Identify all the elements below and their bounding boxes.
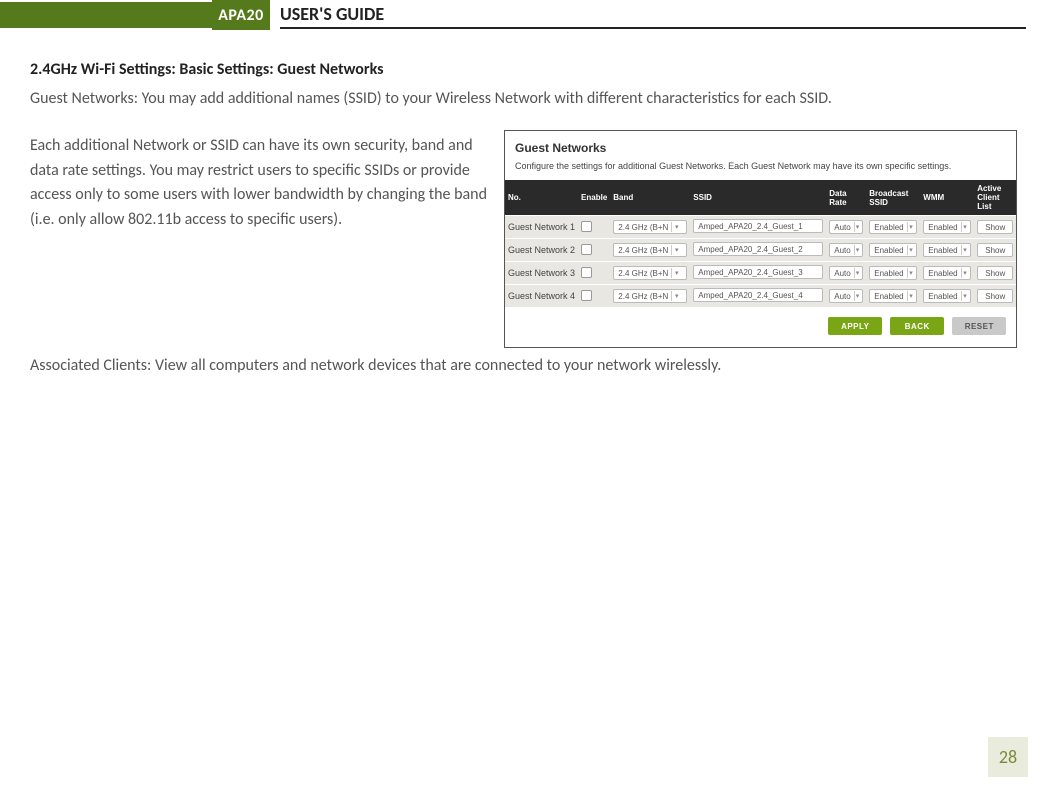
broadcast-select[interactable]: Enabled▾ (869, 266, 917, 280)
data-rate-select[interactable]: Auto▾ (829, 220, 863, 234)
header-rule (280, 27, 1026, 29)
chevron-down-icon: ▾ (907, 245, 915, 255)
page-body: 2.4GHz Wi-Fi Settings: Basic Settings: G… (0, 30, 1042, 379)
back-button[interactable]: BACK (890, 317, 944, 335)
chevron-down-icon: ▾ (671, 222, 681, 232)
chevron-down-icon: ▾ (671, 245, 681, 255)
paragraph-2: Each additional Network or SSID can have… (30, 134, 490, 233)
chevron-down-icon: ▾ (907, 268, 915, 278)
chevron-down-icon: ▾ (671, 291, 681, 301)
ssid-input[interactable]: Amped_APA20_2.4_Guest_2 (693, 242, 823, 256)
chevron-down-icon: ▾ (907, 291, 915, 301)
col-active-client-list: Active Client List (974, 180, 1016, 216)
table-row: Guest Network 2 2.4 GHz (B+N▾ Amped_APA20_… (505, 239, 1016, 262)
broadcast-select[interactable]: Enabled▾ (869, 289, 917, 303)
apply-button[interactable]: APPLY (828, 317, 882, 335)
chevron-down-icon: ▾ (907, 222, 915, 232)
data-rate-select[interactable]: Auto▾ (829, 243, 863, 257)
product-tag: APA20 (212, 0, 270, 30)
chevron-down-icon: ▾ (854, 222, 861, 232)
enable-checkbox[interactable] (581, 290, 592, 301)
document-title: USER'S GUIDE (280, 3, 384, 25)
col-data-rate: Data Rate (826, 180, 866, 216)
document-header: APA20 USER'S GUIDE (0, 0, 1042, 30)
show-clients-button[interactable]: Show (977, 266, 1013, 280)
guest-networks-panel: Guest Networks Configure the settings fo… (504, 130, 1017, 349)
table-row: Guest Network 1 2.4 GHz (B+N▾ Amped_APA20_… (505, 216, 1016, 239)
panel-actions: APPLY BACK RESET (505, 307, 1016, 347)
col-wmm: WMM (920, 180, 974, 216)
data-rate-select[interactable]: Auto▾ (829, 266, 863, 280)
broadcast-select[interactable]: Enabled▾ (869, 220, 917, 234)
wmm-select[interactable]: Enabled▾ (923, 266, 971, 280)
wmm-select[interactable]: Enabled▾ (923, 289, 971, 303)
guest-networks-table: No. Enable Band SSID Data Rate Broadcast… (505, 180, 1016, 307)
show-clients-button[interactable]: Show (977, 243, 1013, 257)
show-clients-button[interactable]: Show (977, 220, 1013, 234)
col-no: No. (505, 180, 578, 216)
col-enable: Enable (578, 180, 610, 216)
data-rate-select[interactable]: Auto▾ (829, 289, 863, 303)
chevron-down-icon: ▾ (961, 291, 969, 301)
reset-button[interactable]: RESET (952, 317, 1006, 335)
col-band: Band (610, 180, 690, 216)
intro-paragraph: Guest Networks: You may add additional n… (30, 87, 1012, 112)
col-ssid: SSID (690, 180, 826, 216)
chevron-down-icon: ▾ (854, 268, 861, 278)
broadcast-select[interactable]: Enabled▾ (869, 243, 917, 257)
enable-checkbox[interactable] (581, 221, 592, 232)
ssid-input[interactable]: Amped_APA20_2.4_Guest_3 (693, 265, 823, 279)
chevron-down-icon: ▾ (961, 245, 969, 255)
row-label: Guest Network 4 (505, 285, 578, 308)
chevron-down-icon: ▾ (961, 222, 969, 232)
wmm-select[interactable]: Enabled▾ (923, 243, 971, 257)
page-number: 28 (988, 737, 1028, 777)
chevron-down-icon: ▾ (671, 268, 681, 278)
chevron-down-icon: ▾ (854, 245, 861, 255)
table-row: Guest Network 3 2.4 GHz (B+N▾ Amped_APA20_… (505, 262, 1016, 285)
band-select[interactable]: 2.4 GHz (B+N▾ (613, 266, 687, 280)
paragraph-3: Associated Clients: View all computers a… (30, 354, 1012, 379)
chevron-down-icon: ▾ (961, 268, 969, 278)
table-row: Guest Network 4 2.4 GHz (B+N▾ Amped_APA20_… (505, 285, 1016, 308)
row-label: Guest Network 3 (505, 262, 578, 285)
row-label: Guest Network 2 (505, 239, 578, 262)
band-select[interactable]: 2.4 GHz (B+N▾ (613, 243, 687, 257)
enable-checkbox[interactable] (581, 244, 592, 255)
chevron-down-icon: ▾ (854, 291, 861, 301)
section-heading: 2.4GHz Wi-Fi Settings: Basic Settings: G… (30, 60, 1012, 79)
panel-title: Guest Networks (505, 131, 1016, 161)
show-clients-button[interactable]: Show (977, 289, 1013, 303)
wmm-select[interactable]: Enabled▾ (923, 220, 971, 234)
ssid-input[interactable]: Amped_APA20_2.4_Guest_4 (693, 288, 823, 302)
ssid-input[interactable]: Amped_APA20_2.4_Guest_1 (693, 219, 823, 233)
panel-description: Configure the settings for additional Gu… (505, 161, 1016, 181)
band-select[interactable]: 2.4 GHz (B+N▾ (613, 289, 687, 303)
band-select[interactable]: 2.4 GHz (B+N▾ (613, 220, 687, 234)
row-label: Guest Network 1 (505, 216, 578, 239)
enable-checkbox[interactable] (581, 267, 592, 278)
col-broadcast-ssid: Broadcast SSID (866, 180, 920, 216)
